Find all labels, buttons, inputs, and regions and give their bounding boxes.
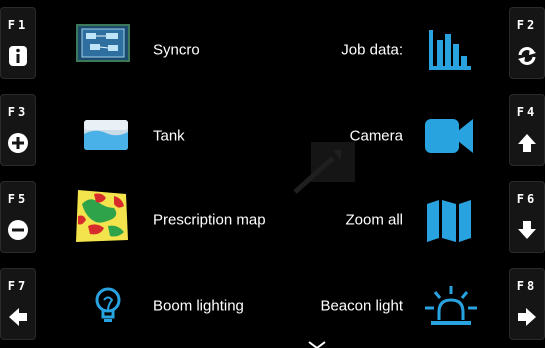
camera-label: Camera — [349, 127, 403, 145]
bar-chart-icon — [429, 30, 471, 70]
arrow-down-icon — [518, 221, 536, 239]
tank-icon — [84, 120, 128, 150]
syncro-label: Syncro — [153, 41, 200, 59]
lightbulb-icon — [95, 287, 121, 322]
main-menu-screen: Syncro Job data: Tank Camera Prescriptio… — [45, 0, 503, 348]
beacon-light-label: Beacon light — [320, 297, 403, 315]
job-data-item[interactable]: Job data: — [283, 20, 503, 80]
chevron-down-icon[interactable] — [307, 338, 327, 348]
info-icon — [9, 46, 27, 66]
f5-label: F5 — [7, 192, 29, 206]
prescription-map-label: Prescription map — [153, 211, 266, 229]
f8-key[interactable]: F8 — [509, 268, 545, 340]
job-data-label: Job data: — [341, 41, 403, 59]
f6-label: F6 — [516, 192, 538, 206]
f1-key[interactable]: F1 — [0, 7, 36, 79]
camera-icon — [425, 119, 473, 153]
plus-circle-icon — [8, 133, 28, 153]
f1-label: F1 — [7, 18, 29, 32]
f6-key[interactable]: F6 — [509, 181, 545, 253]
minus-circle-icon — [8, 220, 28, 240]
boom-lighting-label: Boom lighting — [153, 297, 244, 315]
syncro-item[interactable]: Syncro — [45, 20, 275, 80]
beacon-icon — [425, 286, 477, 325]
arrow-up-icon — [518, 134, 536, 152]
f4-key[interactable]: F4 — [509, 94, 545, 166]
arrow-right-icon — [518, 308, 536, 326]
f8-label: F8 — [516, 279, 538, 293]
f3-key[interactable]: F3 — [0, 94, 36, 166]
f7-key[interactable]: F7 — [0, 268, 36, 340]
refresh-icon — [518, 47, 536, 65]
map-icon — [427, 200, 471, 242]
f5-key[interactable]: F5 — [0, 181, 36, 253]
f7-label: F7 — [7, 279, 29, 293]
f3-label: F3 — [7, 105, 29, 119]
tank-label: Tank — [153, 127, 185, 145]
f2-label: F2 — [516, 18, 538, 32]
tank-item[interactable]: Tank — [45, 106, 275, 166]
f4-label: F4 — [516, 105, 538, 119]
prescription-map-item[interactable]: Prescription map — [45, 190, 285, 250]
zoom-all-label: Zoom all — [345, 211, 403, 229]
boom-lighting-item[interactable]: Boom lighting — [45, 276, 275, 336]
prescription-map-icon — [76, 190, 128, 242]
syncro-icon — [76, 24, 130, 62]
camera-item[interactable]: Camera — [283, 106, 503, 166]
zoom-all-item[interactable]: Zoom all — [283, 190, 503, 250]
arrow-left-icon — [9, 308, 27, 326]
beacon-light-item[interactable]: Beacon light — [283, 276, 503, 336]
f2-key[interactable]: F2 — [509, 7, 545, 79]
